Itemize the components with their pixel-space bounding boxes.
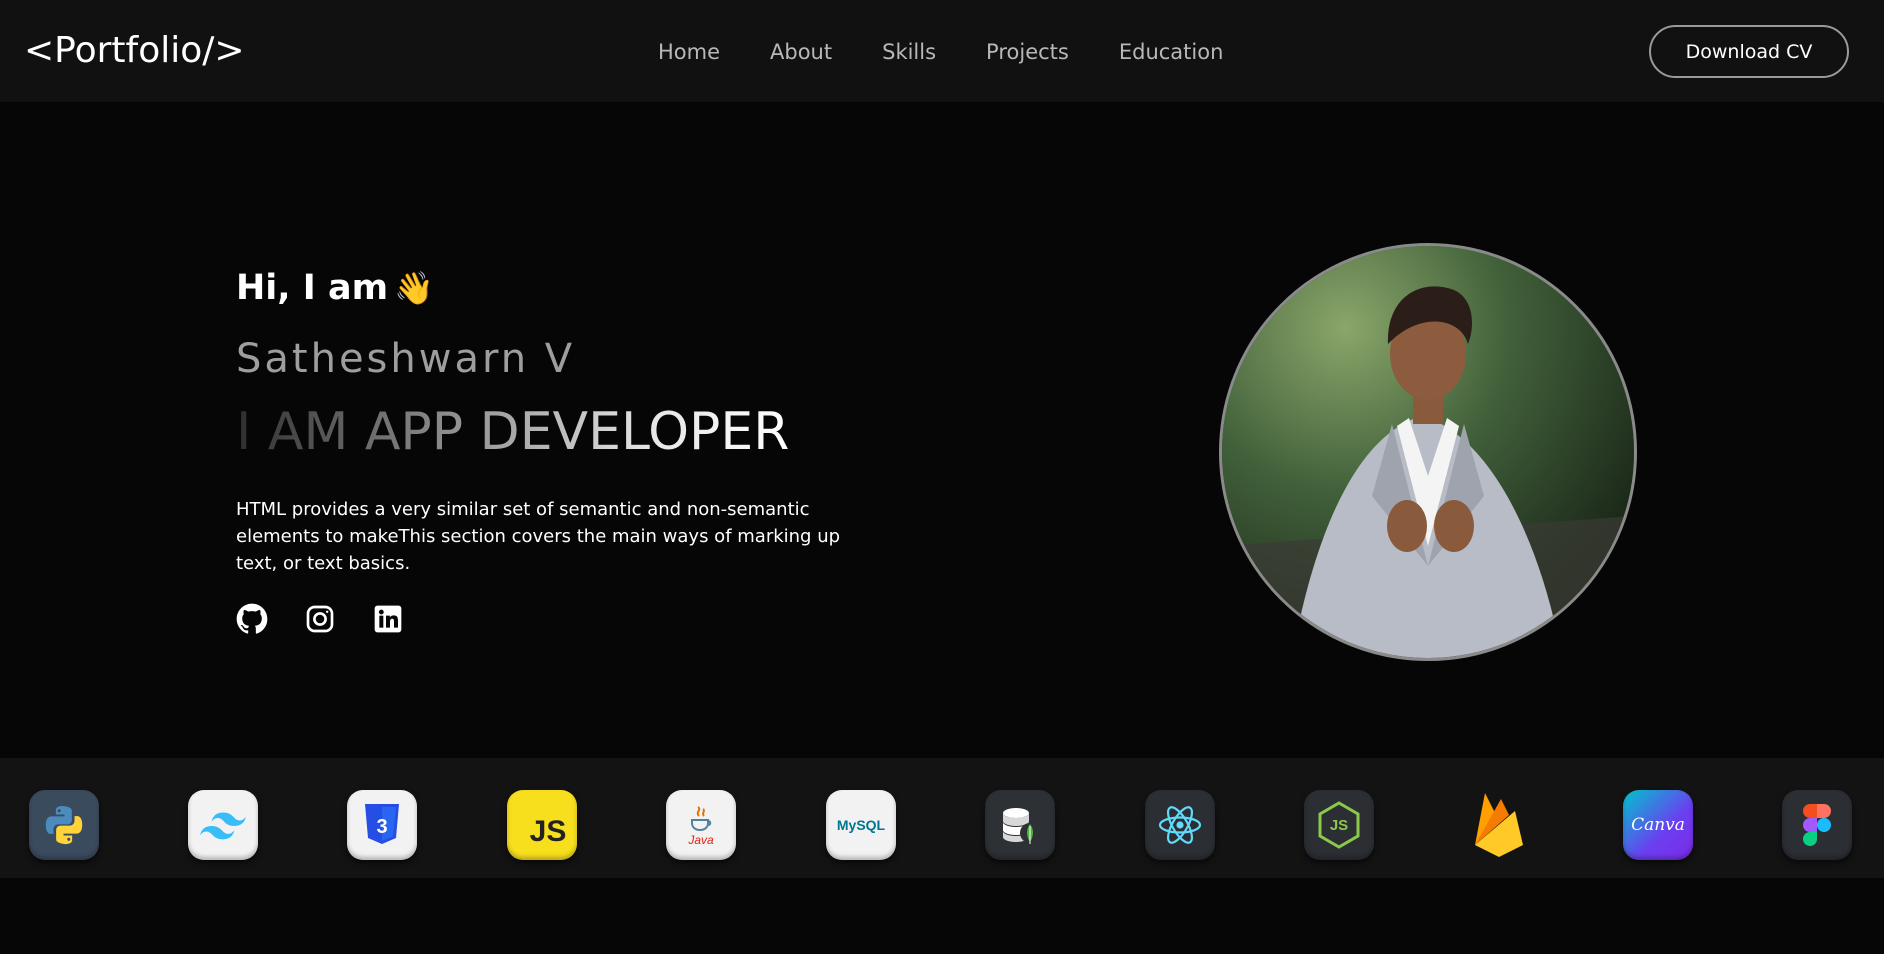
nodejs-icon: JS xyxy=(1304,790,1374,860)
hero-role: I AM APP DEVELOPER xyxy=(236,402,790,462)
profile-photo xyxy=(1219,243,1637,661)
linkedin-icon[interactable] xyxy=(372,603,404,635)
mysql-icon: MySQL xyxy=(826,790,896,860)
hero-description: HTML provides a very similar set of sema… xyxy=(236,499,841,574)
firebase-icon xyxy=(1464,788,1534,858)
figma-icon xyxy=(1782,790,1852,860)
navbar: <Portfolio/> Home About Skills Projects … xyxy=(0,0,1884,102)
nav-menu: Home About Skills Projects Education xyxy=(658,37,1223,67)
nav-link-home[interactable]: Home xyxy=(658,40,720,64)
java-label: Java xyxy=(688,833,714,847)
nodejs-label: JS xyxy=(1329,816,1349,834)
javascript-label: JS xyxy=(529,815,567,848)
download-cv-button[interactable]: Download CV xyxy=(1649,25,1849,78)
nav-link-skills[interactable]: Skills xyxy=(882,40,936,64)
javascript-icon: JS xyxy=(507,790,577,860)
java-icon: Java xyxy=(666,790,736,860)
canva-icon: Canva xyxy=(1623,790,1693,860)
tech-stack-strip: 3 JS Java MySQL JS Canva xyxy=(0,758,1884,878)
canva-label: Canva xyxy=(1631,815,1685,835)
nav-link-projects[interactable]: Projects xyxy=(986,40,1069,64)
waving-hand-icon: 👋 xyxy=(394,269,434,307)
instagram-icon[interactable] xyxy=(304,603,336,635)
css3-icon: 3 xyxy=(347,790,417,860)
nav-link-about[interactable]: About xyxy=(770,40,832,64)
python-icon xyxy=(29,790,99,860)
greeting-text: Hi, I am xyxy=(236,268,389,308)
mysql-label: MySQL xyxy=(836,817,886,833)
nav-link-education[interactable]: Education xyxy=(1119,40,1224,64)
github-icon[interactable] xyxy=(236,603,268,635)
tailwind-icon xyxy=(188,790,258,860)
site-logo[interactable]: <Portfolio/> xyxy=(24,24,245,78)
mongodb-database-icon xyxy=(985,790,1055,860)
hero-greeting: Hi, I am 👋 xyxy=(236,268,434,308)
svg-text:3: 3 xyxy=(376,816,387,838)
social-links xyxy=(236,603,440,635)
react-icon xyxy=(1145,790,1215,860)
hero-name: Satheshwarn V xyxy=(236,336,576,382)
